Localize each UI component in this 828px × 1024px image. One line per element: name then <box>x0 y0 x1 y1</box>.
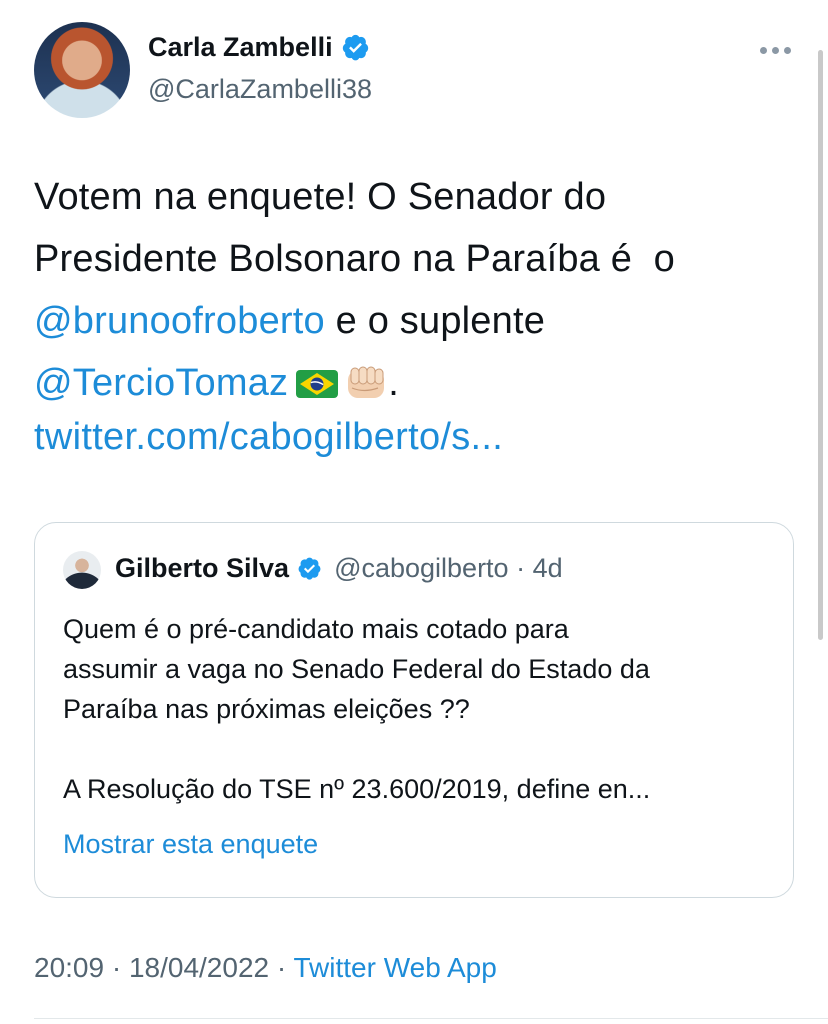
tweet-line-3: @brunoofroberto e o suplente <box>34 290 794 352</box>
tweet-line-4: @TercioTomaz . <box>34 352 794 414</box>
more-options-icon[interactable] <box>760 40 794 60</box>
quoted-verified-badge-icon <box>298 557 321 580</box>
tweet-link[interactable]: twitter.com/cabogilberto/s... <box>34 416 503 459</box>
quoted-text-line: A Resolução do TSE nº 23.600/2019, defin… <box>63 774 651 804</box>
tweet-line-2: Presidente Bolsonaro na Paraíba é o <box>34 238 675 280</box>
quoted-text-line: Paraíba nas próximas eleições ?? <box>63 694 470 724</box>
quoted-text-line: Quem é o pré-candidato mais cotado para <box>63 614 569 644</box>
divider <box>34 1018 828 1019</box>
quoted-text-line: assumir a vaga no Senado Federal do Esta… <box>63 654 650 684</box>
author-avatar[interactable] <box>34 22 130 118</box>
mention-link-terciotomaz[interactable]: @TercioTomaz <box>34 362 288 404</box>
tweet-source-link[interactable]: Twitter Web App <box>293 952 496 983</box>
quoted-author-avatar[interactable] <box>63 551 101 589</box>
tweet-line-3-text: e o suplente <box>324 300 546 342</box>
oncoming-fist-emoji <box>348 366 385 398</box>
show-poll-link[interactable]: Mostrar esta enquete <box>63 829 318 860</box>
quoted-tweet-text: Quem é o pré-candidato mais cotado para … <box>63 609 773 809</box>
quoted-author-handle-time[interactable]: @cabogilberto · 4d <box>334 553 563 584</box>
verified-badge-icon <box>342 34 368 61</box>
tweet-end-punctuation: . <box>388 362 400 404</box>
author-handle[interactable]: @CarlaZambelli38 <box>148 74 372 105</box>
tweet-line-1: Votem na enquete! O Senador do <box>34 176 607 218</box>
scrollbar[interactable] <box>818 50 823 640</box>
author-name-row[interactable]: Carla Zambelli <box>148 32 370 63</box>
tweet-page: Carla Zambelli @CarlaZambelli38 Votem na… <box>0 0 828 1024</box>
quoted-author-name[interactable]: Gilberto Silva <box>115 553 289 584</box>
brazil-flag-emoji <box>296 370 339 398</box>
tweet-metadata: 20:09 · 18/04/2022 · Twitter Web App <box>34 952 497 984</box>
author-name[interactable]: Carla Zambelli <box>148 32 333 63</box>
tweet-text: Votem na enquete! O Senador do President… <box>34 166 794 414</box>
quoted-tweet-card[interactable]: Gilberto Silva @cabogilberto · 4d Quem é… <box>34 522 794 898</box>
mention-link-brunoofroberto[interactable]: @brunoofroberto <box>34 300 325 342</box>
tweet-timestamp[interactable]: 20:09 · 18/04/2022 · <box>34 952 293 983</box>
quoted-tweet-header: Gilberto Silva @cabogilberto · 4d <box>115 553 563 584</box>
